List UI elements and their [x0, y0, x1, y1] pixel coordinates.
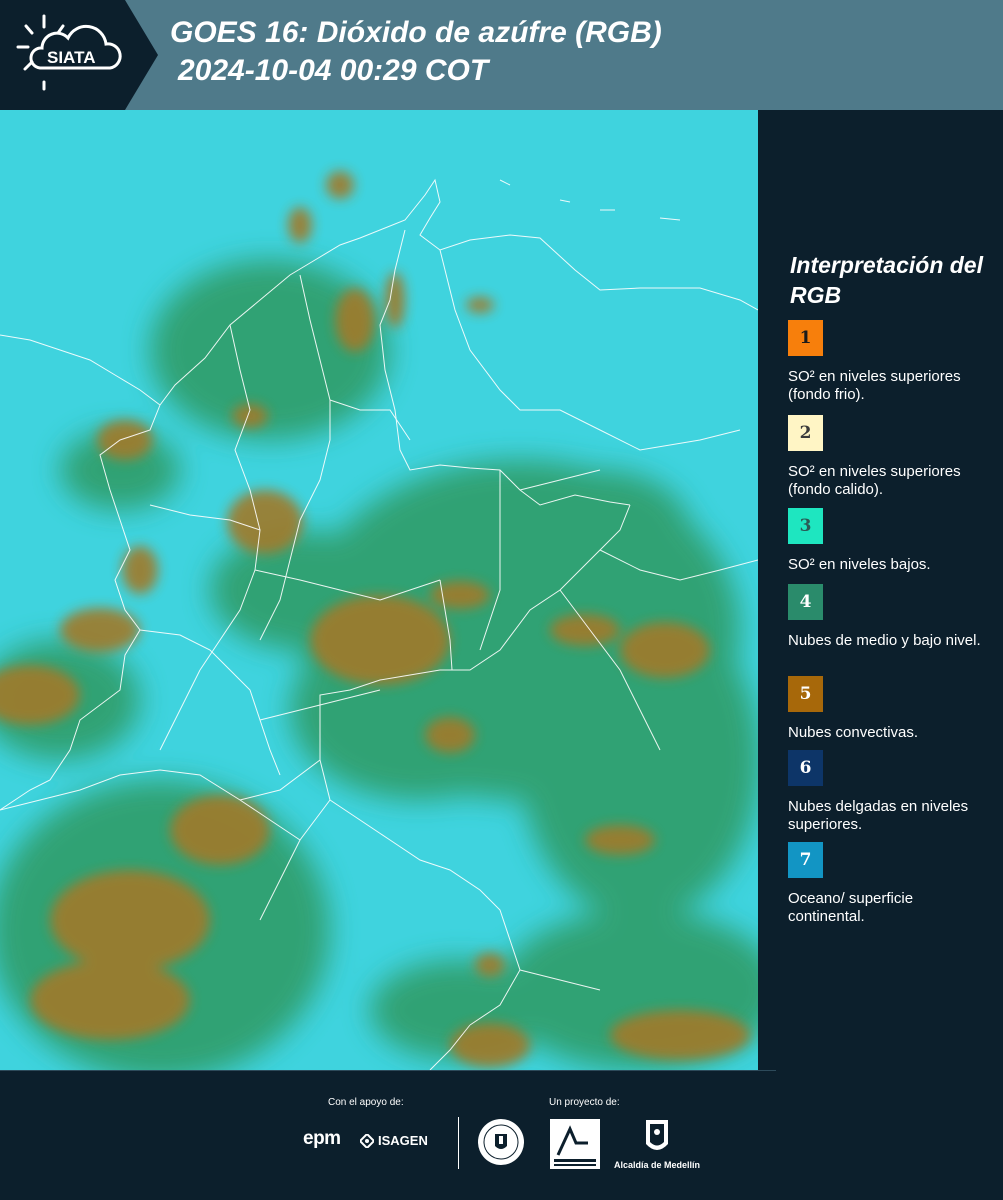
siata-logo: SIATA [0, 0, 158, 110]
legend-label-1: SO² en niveles superiores (fondo frio). [788, 368, 961, 403]
legend-item-7: 7 Oceano/ superficie continental. [788, 842, 993, 926]
alcaldia-medellin-logo: Alcaldía de Medellín [612, 1118, 702, 1174]
support-label: Con el apoyo de: [328, 1097, 404, 1108]
footer: Con el apoyo de: Un proyecto de: epm ISA… [0, 1070, 1003, 1200]
area-metropolitana-mark-icon [550, 1119, 600, 1169]
legend-label-3: SO² en niveles bajos. [788, 556, 931, 573]
legend-item-6: 6 Nubes delgadas en niveles superiores. [788, 750, 993, 834]
isagen-mark-icon [360, 1133, 374, 1148]
legend-swatch-3: 3 [788, 508, 823, 544]
legend-number-7: 7 [799, 850, 812, 870]
legend-label-7: Oceano/ superficie continental. [788, 890, 914, 925]
legend-label-6: Nubes delgadas en niveles superiores. [788, 798, 969, 833]
legend-swatch-6: 6 [788, 750, 823, 786]
legend-number-2: 2 [799, 423, 812, 443]
epm-logo: epm [303, 1128, 341, 1149]
satellite-image [0, 110, 758, 1070]
legend-swatch-2: 2 [788, 415, 823, 451]
legend-item-4: 4 Nubes de medio y bajo nivel. [788, 584, 993, 650]
legend-item-1: 1 SO² en niveles superiores (fondo frio)… [788, 320, 993, 404]
header-bar: SIATA GOES 16: Dióxido de azúfre (RGB) 2… [0, 0, 1003, 110]
alcaldia-text: Alcaldía de Medellín [613, 1160, 701, 1170]
legend-number-3: 3 [799, 516, 812, 536]
legend-number-4: 4 [799, 592, 812, 612]
legend-number-5: 5 [799, 684, 812, 704]
medellin-seal-icon [478, 1119, 524, 1165]
legend-item-5: 5 Nubes convectivas. [788, 676, 993, 742]
legend-label-2: SO² en niveles superiores (fondo calido)… [788, 463, 961, 498]
legend-item-2: 2 SO² en niveles superiores (fondo calid… [788, 415, 993, 499]
legend-label-5: Nubes convectivas. [788, 724, 919, 741]
title-line-1: GOES 16: Dióxido de azúfre (RGB) [170, 16, 662, 49]
legend-title: Interpretación del RGB [790, 252, 983, 308]
legend-number-1: 1 [799, 328, 812, 348]
legend-swatch-7: 7 [788, 842, 823, 878]
area-metropolitana-logo [550, 1119, 600, 1169]
legend-number-6: 6 [799, 758, 812, 778]
siata-logo-text: SIATA [47, 48, 95, 67]
satellite-map [0, 110, 758, 1070]
page-title: GOES 16: Dióxido de azúfre (RGB) 2024-10… [170, 14, 662, 90]
alcaldia-shield-icon [646, 1120, 668, 1150]
title-line-2: 2024-10-04 00:29 COT [178, 54, 489, 87]
isagen-text: ISAGEN [378, 1133, 428, 1148]
project-label: Un proyecto de: [549, 1097, 620, 1108]
legend-item-3: 3 SO² en niveles bajos. [788, 508, 993, 574]
isagen-logo: ISAGEN [360, 1133, 428, 1148]
legend-swatch-5: 5 [788, 676, 823, 712]
legend-label-4: Nubes de medio y bajo nivel. [788, 632, 981, 649]
legend-swatch-4: 4 [788, 584, 823, 620]
footer-rule [0, 1070, 776, 1071]
footer-divider [458, 1117, 459, 1169]
legend-panel: Interpretación del RGB 1 SO² en niveles … [758, 110, 1003, 1070]
legend-swatch-1: 1 [788, 320, 823, 356]
